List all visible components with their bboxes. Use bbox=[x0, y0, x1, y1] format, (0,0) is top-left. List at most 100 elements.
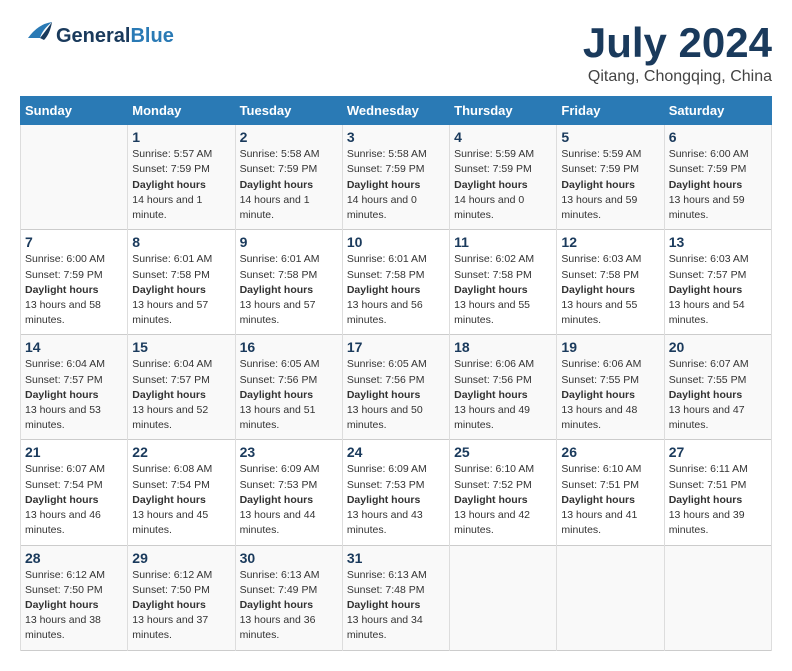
day-info: Sunrise: 6:04 AM Sunset: 7:57 PM Dayligh… bbox=[25, 357, 123, 433]
day-info: Sunrise: 6:07 AM Sunset: 7:54 PM Dayligh… bbox=[25, 462, 123, 538]
week-row-5: 28 Sunrise: 6:12 AM Sunset: 7:50 PM Dayl… bbox=[21, 545, 772, 650]
day-cell: 15 Sunrise: 6:04 AM Sunset: 7:57 PM Dayl… bbox=[128, 335, 235, 440]
week-row-4: 21 Sunrise: 6:07 AM Sunset: 7:54 PM Dayl… bbox=[21, 440, 772, 545]
day-cell: 11 Sunrise: 6:02 AM Sunset: 7:58 PM Dayl… bbox=[450, 230, 557, 335]
month-title: July 2024 bbox=[583, 20, 772, 66]
day-cell: 22 Sunrise: 6:08 AM Sunset: 7:54 PM Dayl… bbox=[128, 440, 235, 545]
day-info: Sunrise: 6:00 AM Sunset: 7:59 PM Dayligh… bbox=[25, 252, 123, 328]
col-saturday: Saturday bbox=[664, 97, 771, 125]
col-sunday: Sunday bbox=[21, 97, 128, 125]
day-number: 8 bbox=[132, 234, 230, 250]
day-number: 31 bbox=[347, 550, 445, 566]
day-cell: 16 Sunrise: 6:05 AM Sunset: 7:56 PM Dayl… bbox=[235, 335, 342, 440]
col-monday: Monday bbox=[128, 97, 235, 125]
day-cell: 13 Sunrise: 6:03 AM Sunset: 7:57 PM Dayl… bbox=[664, 230, 771, 335]
day-cell bbox=[21, 125, 128, 230]
week-row-3: 14 Sunrise: 6:04 AM Sunset: 7:57 PM Dayl… bbox=[21, 335, 772, 440]
day-number: 21 bbox=[25, 444, 123, 460]
day-info: Sunrise: 6:09 AM Sunset: 7:53 PM Dayligh… bbox=[347, 462, 445, 538]
day-cell: 20 Sunrise: 6:07 AM Sunset: 7:55 PM Dayl… bbox=[664, 335, 771, 440]
day-number: 18 bbox=[454, 339, 552, 355]
logo: GeneralBlue bbox=[20, 20, 174, 51]
day-number: 6 bbox=[669, 129, 767, 145]
day-info: Sunrise: 6:07 AM Sunset: 7:55 PM Dayligh… bbox=[669, 357, 767, 433]
day-info: Sunrise: 6:12 AM Sunset: 7:50 PM Dayligh… bbox=[25, 568, 123, 644]
day-number: 10 bbox=[347, 234, 445, 250]
day-info: Sunrise: 5:59 AM Sunset: 7:59 PM Dayligh… bbox=[561, 147, 659, 223]
day-cell bbox=[664, 545, 771, 650]
day-cell: 23 Sunrise: 6:09 AM Sunset: 7:53 PM Dayl… bbox=[235, 440, 342, 545]
day-cell: 9 Sunrise: 6:01 AM Sunset: 7:58 PM Dayli… bbox=[235, 230, 342, 335]
day-info: Sunrise: 6:09 AM Sunset: 7:53 PM Dayligh… bbox=[240, 462, 338, 538]
day-cell: 17 Sunrise: 6:05 AM Sunset: 7:56 PM Dayl… bbox=[342, 335, 449, 440]
day-cell: 12 Sunrise: 6:03 AM Sunset: 7:58 PM Dayl… bbox=[557, 230, 664, 335]
day-cell: 31 Sunrise: 6:13 AM Sunset: 7:48 PM Dayl… bbox=[342, 545, 449, 650]
day-number: 5 bbox=[561, 129, 659, 145]
day-info: Sunrise: 5:57 AM Sunset: 7:59 PM Dayligh… bbox=[132, 147, 230, 223]
col-friday: Friday bbox=[557, 97, 664, 125]
calendar-table: Sunday Monday Tuesday Wednesday Thursday… bbox=[20, 96, 772, 650]
day-info: Sunrise: 6:08 AM Sunset: 7:54 PM Dayligh… bbox=[132, 462, 230, 538]
day-info: Sunrise: 6:10 AM Sunset: 7:52 PM Dayligh… bbox=[454, 462, 552, 538]
day-number: 9 bbox=[240, 234, 338, 250]
logo-general: General bbox=[56, 25, 130, 47]
day-number: 12 bbox=[561, 234, 659, 250]
day-cell: 5 Sunrise: 5:59 AM Sunset: 7:59 PM Dayli… bbox=[557, 125, 664, 230]
day-number: 19 bbox=[561, 339, 659, 355]
day-info: Sunrise: 6:03 AM Sunset: 7:58 PM Dayligh… bbox=[561, 252, 659, 328]
day-number: 27 bbox=[669, 444, 767, 460]
day-number: 4 bbox=[454, 129, 552, 145]
day-info: Sunrise: 6:06 AM Sunset: 7:56 PM Dayligh… bbox=[454, 357, 552, 433]
day-number: 22 bbox=[132, 444, 230, 460]
day-number: 24 bbox=[347, 444, 445, 460]
day-number: 17 bbox=[347, 339, 445, 355]
logo-icon bbox=[20, 20, 52, 51]
day-info: Sunrise: 6:05 AM Sunset: 7:56 PM Dayligh… bbox=[240, 357, 338, 433]
day-number: 30 bbox=[240, 550, 338, 566]
day-info: Sunrise: 6:02 AM Sunset: 7:58 PM Dayligh… bbox=[454, 252, 552, 328]
day-info: Sunrise: 5:58 AM Sunset: 7:59 PM Dayligh… bbox=[240, 147, 338, 223]
day-cell: 30 Sunrise: 6:13 AM Sunset: 7:49 PM Dayl… bbox=[235, 545, 342, 650]
day-info: Sunrise: 6:05 AM Sunset: 7:56 PM Dayligh… bbox=[347, 357, 445, 433]
day-cell: 4 Sunrise: 5:59 AM Sunset: 7:59 PM Dayli… bbox=[450, 125, 557, 230]
day-info: Sunrise: 5:58 AM Sunset: 7:59 PM Dayligh… bbox=[347, 147, 445, 223]
day-info: Sunrise: 6:12 AM Sunset: 7:50 PM Dayligh… bbox=[132, 568, 230, 644]
day-number: 14 bbox=[25, 339, 123, 355]
day-cell: 19 Sunrise: 6:06 AM Sunset: 7:55 PM Dayl… bbox=[557, 335, 664, 440]
day-cell: 6 Sunrise: 6:00 AM Sunset: 7:59 PM Dayli… bbox=[664, 125, 771, 230]
day-cell bbox=[450, 545, 557, 650]
day-cell: 14 Sunrise: 6:04 AM Sunset: 7:57 PM Dayl… bbox=[21, 335, 128, 440]
day-number: 20 bbox=[669, 339, 767, 355]
day-info: Sunrise: 6:13 AM Sunset: 7:49 PM Dayligh… bbox=[240, 568, 338, 644]
day-info: Sunrise: 6:01 AM Sunset: 7:58 PM Dayligh… bbox=[240, 252, 338, 328]
day-cell bbox=[557, 545, 664, 650]
day-cell: 8 Sunrise: 6:01 AM Sunset: 7:58 PM Dayli… bbox=[128, 230, 235, 335]
day-number: 2 bbox=[240, 129, 338, 145]
day-info: Sunrise: 6:01 AM Sunset: 7:58 PM Dayligh… bbox=[347, 252, 445, 328]
day-cell: 21 Sunrise: 6:07 AM Sunset: 7:54 PM Dayl… bbox=[21, 440, 128, 545]
day-number: 11 bbox=[454, 234, 552, 250]
day-cell: 2 Sunrise: 5:58 AM Sunset: 7:59 PM Dayli… bbox=[235, 125, 342, 230]
header-row: Sunday Monday Tuesday Wednesday Thursday… bbox=[21, 97, 772, 125]
col-tuesday: Tuesday bbox=[235, 97, 342, 125]
day-number: 26 bbox=[561, 444, 659, 460]
day-cell: 7 Sunrise: 6:00 AM Sunset: 7:59 PM Dayli… bbox=[21, 230, 128, 335]
day-cell: 28 Sunrise: 6:12 AM Sunset: 7:50 PM Dayl… bbox=[21, 545, 128, 650]
logo-blue: Blue bbox=[130, 25, 173, 47]
week-row-1: 1 Sunrise: 5:57 AM Sunset: 7:59 PM Dayli… bbox=[21, 125, 772, 230]
day-info: Sunrise: 6:01 AM Sunset: 7:58 PM Dayligh… bbox=[132, 252, 230, 328]
day-number: 25 bbox=[454, 444, 552, 460]
day-number: 7 bbox=[25, 234, 123, 250]
day-info: Sunrise: 6:00 AM Sunset: 7:59 PM Dayligh… bbox=[669, 147, 767, 223]
day-info: Sunrise: 6:11 AM Sunset: 7:51 PM Dayligh… bbox=[669, 462, 767, 538]
day-info: Sunrise: 6:10 AM Sunset: 7:51 PM Dayligh… bbox=[561, 462, 659, 538]
day-number: 23 bbox=[240, 444, 338, 460]
day-number: 3 bbox=[347, 129, 445, 145]
day-cell: 27 Sunrise: 6:11 AM Sunset: 7:51 PM Dayl… bbox=[664, 440, 771, 545]
day-number: 16 bbox=[240, 339, 338, 355]
day-info: Sunrise: 6:03 AM Sunset: 7:57 PM Dayligh… bbox=[669, 252, 767, 328]
page-header: GeneralBlue July 2024 Qitang, Chongqing,… bbox=[20, 20, 772, 86]
location-subtitle: Qitang, Chongqing, China bbox=[583, 68, 772, 86]
title-block: July 2024 Qitang, Chongqing, China bbox=[583, 20, 772, 86]
day-info: Sunrise: 6:06 AM Sunset: 7:55 PM Dayligh… bbox=[561, 357, 659, 433]
